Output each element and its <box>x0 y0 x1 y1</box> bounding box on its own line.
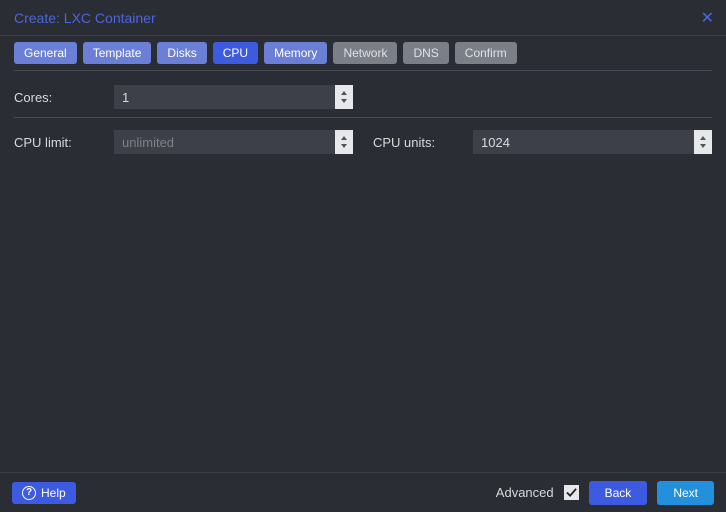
advanced-checkbox[interactable] <box>564 485 579 500</box>
tab-memory[interactable]: Memory <box>264 42 327 64</box>
footer-right: Advanced Back Next <box>496 481 714 505</box>
tab-general[interactable]: General <box>14 42 77 64</box>
chevron-up-icon <box>341 91 347 95</box>
separator <box>14 117 712 118</box>
chevron-up-icon <box>341 136 347 140</box>
cpu-limit-label: CPU limit: <box>14 135 114 150</box>
titlebar: Create: LXC Container ✕ <box>0 0 726 36</box>
chevron-down-icon <box>341 99 347 103</box>
cpu-units-spinner <box>473 130 712 154</box>
divider <box>14 70 712 71</box>
check-icon <box>566 487 577 498</box>
dialog-footer: ? Help Advanced Back Next <box>0 472 726 512</box>
cores-label: Cores: <box>14 90 114 105</box>
cpu-units-input[interactable] <box>473 130 694 154</box>
tab-template[interactable]: Template <box>83 42 152 64</box>
tab-dns: DNS <box>403 42 448 64</box>
advanced-label: Advanced <box>496 485 554 500</box>
chevron-down-icon <box>341 144 347 148</box>
create-container-dialog: Create: LXC Container ✕ General Template… <box>0 0 726 512</box>
tab-cpu[interactable]: CPU <box>213 42 258 64</box>
help-button[interactable]: ? Help <box>12 482 76 504</box>
cpu-limit-spin-buttons[interactable] <box>335 130 353 154</box>
tab-confirm: Confirm <box>455 42 517 64</box>
cpu-units-field: CPU units: <box>373 130 712 154</box>
cores-spinner <box>114 85 353 109</box>
cores-input[interactable] <box>114 85 335 109</box>
tab-disks[interactable]: Disks <box>157 42 206 64</box>
cpu-units-label: CPU units: <box>373 135 473 150</box>
cpu-units-spin-buttons[interactable] <box>694 130 712 154</box>
chevron-up-icon <box>700 136 706 140</box>
dialog-title: Create: LXC Container <box>14 10 156 26</box>
cpu-panel: Cores: CPU limit: <box>0 73 726 472</box>
cores-field: Cores: <box>14 85 353 109</box>
back-button[interactable]: Back <box>589 481 648 505</box>
chevron-down-icon <box>700 144 706 148</box>
cpu-limit-field: CPU limit: <box>14 130 353 154</box>
tab-network: Network <box>333 42 397 64</box>
cpu-limit-spinner <box>114 130 353 154</box>
close-icon[interactable]: ✕ <box>701 8 714 28</box>
cores-spin-buttons[interactable] <box>335 85 353 109</box>
tab-strip: General Template Disks CPU Memory Networ… <box>0 36 726 70</box>
help-icon: ? <box>22 486 36 500</box>
cpu-limit-input[interactable] <box>114 130 335 154</box>
help-label: Help <box>41 486 66 500</box>
next-button[interactable]: Next <box>657 481 714 505</box>
